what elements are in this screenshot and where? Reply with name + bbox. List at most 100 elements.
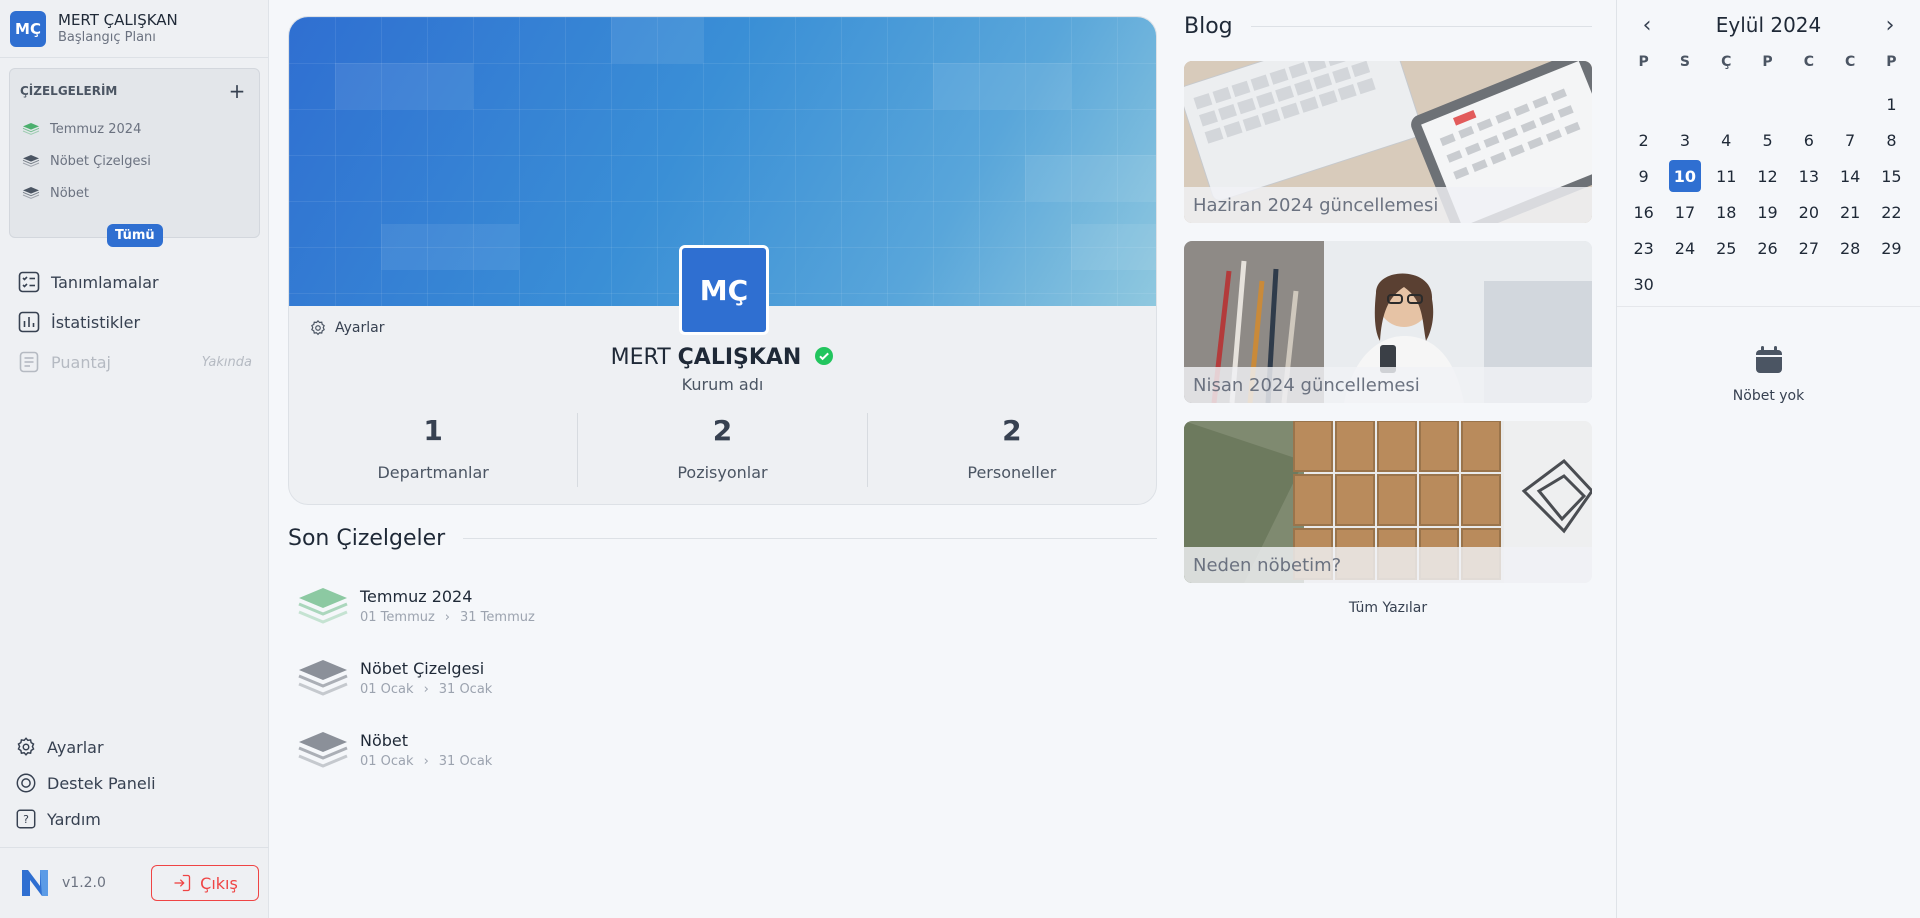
nav-item-timesheet: Puantaj Yakında: [0, 342, 269, 382]
stat-positions[interactable]: 2 Pozisyonlar: [578, 413, 868, 487]
nav-item-label: Yardım: [47, 809, 101, 829]
calendar-day[interactable]: 14: [1829, 158, 1870, 194]
blog-header: Blog: [1184, 14, 1592, 39]
no-shift-state: Nöbet yok: [1617, 344, 1920, 404]
recent-schedule-item[interactable]: Nöbet Çizelgesi 01 Ocak › 31 Ocak: [296, 642, 896, 714]
nav-item-label: İstatistikler: [51, 312, 141, 332]
blog-post-card[interactable]: Haziran 2024 güncellemesi: [1184, 61, 1592, 223]
layers-icon: [22, 123, 40, 135]
calendar-day-today[interactable]: 10: [1664, 158, 1705, 194]
nav-item-help[interactable]: ? Yardım: [0, 801, 269, 837]
calendar-day[interactable]: 6: [1788, 122, 1829, 158]
start-date: 01 Ocak: [360, 754, 414, 769]
calendar-day[interactable]: 8: [1871, 122, 1912, 158]
calendar-empty-cell: [1706, 86, 1747, 122]
show-all-button[interactable]: Tümü: [107, 224, 163, 247]
layers-icon: [298, 660, 348, 696]
stat-value: 2: [712, 414, 733, 447]
calendar-day[interactable]: 9: [1623, 158, 1664, 194]
add-schedule-button[interactable]: +: [227, 81, 247, 101]
logout-icon: [174, 874, 191, 892]
logout-button[interactable]: Çıkış: [151, 865, 259, 901]
calendar-day[interactable]: 3: [1664, 122, 1705, 158]
calendar-day[interactable]: 19: [1747, 194, 1788, 230]
weekday-label: Ç: [1721, 54, 1732, 70]
stat-departments[interactable]: 1 Departmanlar: [289, 413, 579, 487]
gear-icon: [311, 319, 325, 336]
layers-icon: [298, 588, 348, 624]
profile-avatar[interactable]: MÇ: [679, 245, 769, 335]
calendar-day[interactable]: 28: [1829, 230, 1870, 266]
calendar-empty-cell: [1829, 86, 1870, 122]
recent-schedule-item[interactable]: Temmuz 2024 01 Temmuz › 31 Temmuz: [296, 570, 896, 642]
organization-name: Kurum adı: [681, 375, 764, 394]
profile-settings-link[interactable]: Ayarlar: [309, 319, 384, 337]
schedule-item[interactable]: Nöbet: [10, 177, 259, 209]
calendar-day[interactable]: 25: [1706, 230, 1747, 266]
calendar-day[interactable]: 24: [1664, 230, 1705, 266]
calendar-day[interactable]: 15: [1871, 158, 1912, 194]
calendar-day[interactable]: 12: [1747, 158, 1788, 194]
chevron-left-icon[interactable]: ‹: [1637, 13, 1657, 38]
nav-item-support[interactable]: Destek Paneli: [0, 765, 269, 801]
calendar-day[interactable]: 2: [1623, 122, 1664, 158]
nav-item-definitions[interactable]: Tanımlamalar: [0, 262, 269, 302]
nav-item-statistics[interactable]: İstatistikler: [0, 302, 269, 342]
recent-schedule-title: Nöbet: [360, 731, 409, 750]
chevron-right-icon: ›: [423, 754, 429, 769]
weekday-label: P: [1762, 54, 1773, 70]
sidebar: MÇ MERT ÇALIŞKAN Başlangıç Planı ÇİZELGE…: [0, 0, 269, 918]
profile-settings-label: Ayarlar: [335, 320, 385, 336]
layers-icon: [22, 187, 40, 199]
my-schedules-title: ÇİZELGELERİM: [20, 84, 118, 98]
user-name: MERT ÇALIŞKAN: [58, 11, 178, 29]
calendar-day[interactable]: 20: [1788, 194, 1829, 230]
calendar-day[interactable]: 26: [1747, 230, 1788, 266]
calendar-day[interactable]: 29: [1871, 230, 1912, 266]
blog-post-card[interactable]: Nisan 2024 güncellemesi: [1184, 241, 1592, 403]
calendar-day[interactable]: 11: [1706, 158, 1747, 194]
calendar-panel: ‹ Eylül 2024 › P S Ç P C C P 1 2 3 4 5 6 7 8 9 10 11 12 13 1…: [1616, 0, 1920, 918]
blog-post-card[interactable]: Neden nöbetim?: [1184, 421, 1592, 583]
stat-value: 2: [1002, 414, 1022, 447]
recent-schedule-dates: 01 Temmuz › 31 Temmuz: [360, 610, 535, 625]
start-date: 01 Temmuz: [360, 610, 435, 625]
user-plan: Başlangıç Planı: [58, 29, 156, 45]
schedule-item-label: Temmuz 2024: [50, 121, 142, 137]
end-date: 31 Ocak: [438, 682, 493, 697]
calendar-day[interactable]: 7: [1829, 122, 1870, 158]
stat-personnel[interactable]: 2 Personeller: [868, 413, 1156, 487]
stats-icon: [18, 311, 40, 333]
recent-schedules-header: Son Çizelgeler: [288, 526, 1157, 551]
calendar-day[interactable]: 23: [1623, 230, 1664, 266]
schedule-item[interactable]: Nöbet Çizelgesi: [10, 145, 259, 177]
calendar-day[interactable]: 21: [1829, 194, 1870, 230]
all-posts-link[interactable]: Tüm Yazılar: [1184, 600, 1592, 616]
recent-schedule-title: Nöbet Çizelgesi: [360, 659, 485, 678]
checklist-icon: [18, 271, 40, 293]
chevron-right-icon[interactable]: ›: [1880, 13, 1900, 38]
no-shift-label: Nöbet yok: [1732, 388, 1805, 404]
calendar-day[interactable]: 22: [1871, 194, 1912, 230]
lifebuoy-icon: [16, 773, 36, 793]
calendar-day[interactable]: 17: [1664, 194, 1705, 230]
calendar-day[interactable]: 13: [1788, 158, 1829, 194]
last-name: ÇALIŞKAN: [677, 345, 802, 370]
recent-schedules-list: Temmuz 2024 01 Temmuz › 31 Temmuz Nöbet …: [296, 570, 896, 786]
bottom-nav: Ayarlar Destek Paneli ? Yardım: [0, 729, 269, 837]
calendar-day[interactable]: 18: [1706, 194, 1747, 230]
schedule-item[interactable]: Temmuz 2024: [10, 113, 259, 145]
nav-item-settings[interactable]: Ayarlar: [0, 729, 269, 765]
recent-schedule-title: Temmuz 2024: [360, 587, 473, 606]
user-header[interactable]: MÇ MERT ÇALIŞKAN Başlangıç Planı: [0, 0, 268, 58]
recent-schedule-item[interactable]: Nöbet 01 Ocak › 31 Ocak: [296, 714, 896, 786]
profile-name: MERT ÇALIŞKAN: [289, 345, 1156, 370]
nav-item-label: Ayarlar: [47, 737, 104, 757]
calendar-day[interactable]: 5: [1747, 122, 1788, 158]
calendar-day[interactable]: 4: [1706, 122, 1747, 158]
calendar-empty-cell: [1747, 86, 1788, 122]
calendar-day[interactable]: 30: [1623, 266, 1664, 302]
calendar-day[interactable]: 1: [1871, 86, 1912, 122]
calendar-day[interactable]: 27: [1788, 230, 1829, 266]
calendar-day[interactable]: 16: [1623, 194, 1664, 230]
